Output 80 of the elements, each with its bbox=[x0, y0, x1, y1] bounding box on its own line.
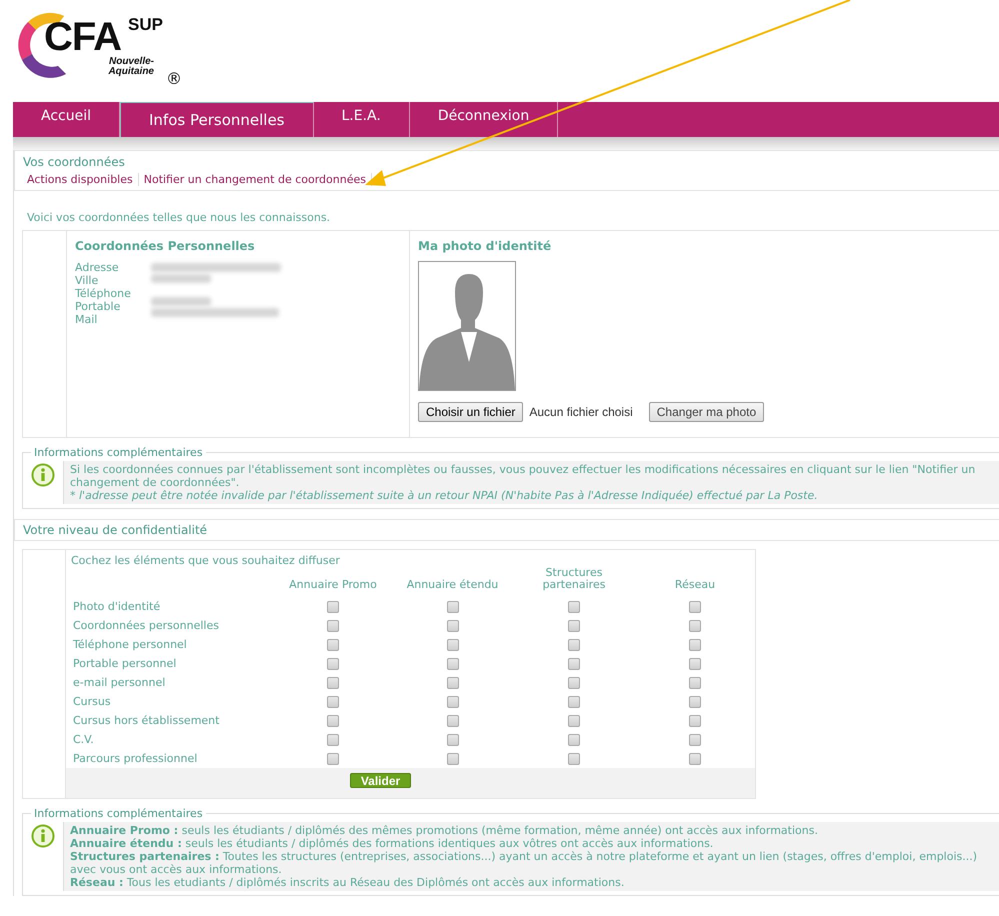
row-label: Cursus hors établissement bbox=[72, 713, 220, 729]
checkbox[interactable] bbox=[568, 714, 580, 726]
checkbox[interactable] bbox=[446, 752, 458, 764]
checkbox[interactable] bbox=[327, 600, 339, 612]
row-label: Photo d'identité bbox=[72, 599, 162, 615]
info-icon bbox=[31, 463, 55, 487]
registered-mark: ® bbox=[166, 69, 182, 88]
logo-superscript: SUP bbox=[128, 15, 163, 35]
field-label: Mail bbox=[75, 313, 98, 326]
checkbox[interactable] bbox=[327, 714, 339, 726]
checkbox[interactable] bbox=[327, 620, 339, 632]
checkbox[interactable] bbox=[327, 676, 339, 688]
field-label: Téléphone bbox=[75, 287, 131, 300]
checkbox[interactable] bbox=[689, 658, 701, 670]
checkbox[interactable] bbox=[568, 696, 580, 708]
action-link[interactable]: Actions disponibles bbox=[23, 173, 139, 186]
column-header: Annuaire étendu bbox=[406, 579, 500, 593]
field-label: Adresse bbox=[75, 261, 119, 274]
choose-file-button[interactable]: Choisir un fichier bbox=[418, 402, 524, 422]
info-icon bbox=[31, 824, 55, 848]
change-photo-button[interactable]: Changer ma photo bbox=[648, 402, 764, 422]
row-label: e-mail personnel bbox=[72, 675, 166, 691]
checkbox[interactable] bbox=[568, 620, 580, 632]
row-label: Parcours professionnel bbox=[72, 751, 198, 767]
info-text: Annuaire Promo : seuls les étudiants / diplômés des mêmes promotions (même formation, même année) ont accès aux informations. bbox=[70, 824, 819, 837]
column-header: Réseau bbox=[674, 579, 716, 593]
instruction-text: Cochez les éléments que vous souhaitez diffuser bbox=[71, 554, 341, 567]
row-label: Coordonnées personnelles bbox=[72, 618, 220, 634]
column-title: Coordonnées Personnelles bbox=[75, 239, 256, 253]
checkbox[interactable] bbox=[568, 658, 580, 670]
row-label: Cursus bbox=[72, 694, 112, 710]
column-title: Ma photo d'identité bbox=[418, 239, 552, 253]
intro-text: Voici vos coordonnées telles que nous les connaissons. bbox=[26, 210, 332, 226]
column-header: Structures partenaires bbox=[542, 567, 606, 593]
field-label: Portable bbox=[75, 300, 120, 313]
column-header: Annuaire Promo bbox=[288, 579, 378, 593]
field-label: Ville bbox=[75, 274, 98, 287]
blurred-value bbox=[151, 297, 211, 306]
checkbox[interactable] bbox=[446, 696, 458, 708]
checkbox[interactable] bbox=[689, 676, 701, 688]
row-label: Téléphone personnel bbox=[72, 637, 188, 653]
info-text: * l'adresse peut être notée invalide par l'établissement suite à un retour NPAI (N'habite Pas à l'Adresse Indiquée) effectué par La Poste. bbox=[70, 489, 819, 502]
checkbox[interactable] bbox=[689, 714, 701, 726]
info-legend: Informations complémentaires bbox=[31, 807, 206, 820]
checkbox[interactable] bbox=[446, 620, 458, 632]
checkbox[interactable] bbox=[446, 638, 458, 650]
checkbox[interactable] bbox=[327, 734, 339, 746]
checkbox[interactable] bbox=[327, 696, 339, 708]
checkbox[interactable] bbox=[568, 600, 580, 612]
logo-region: Nouvelle-Aquitaine bbox=[107, 57, 154, 77]
checkbox[interactable] bbox=[689, 600, 701, 612]
checkbox[interactable] bbox=[689, 752, 701, 764]
checkbox[interactable] bbox=[446, 714, 458, 726]
checkbox[interactable] bbox=[568, 638, 580, 650]
checkbox[interactable] bbox=[446, 676, 458, 688]
info-text: Structures partenaires : Toutes les structures (entreprises, associations...) ayant un accès à notre plateforme et ayant un lien (stages, offres d'emploi, emplois...) avec vous ont accès aux informations. bbox=[70, 850, 978, 876]
logo-text: CFA bbox=[44, 17, 121, 57]
checkbox[interactable] bbox=[568, 752, 580, 764]
file-status: Aucun fichier choisi bbox=[529, 405, 633, 419]
info-legend: Informations complémentaires bbox=[31, 446, 206, 459]
row-label: Portable personnel bbox=[72, 656, 178, 672]
checkbox[interactable] bbox=[689, 734, 701, 746]
checkbox[interactable] bbox=[689, 696, 701, 708]
checkbox[interactable] bbox=[327, 752, 339, 764]
checkbox[interactable] bbox=[446, 734, 458, 746]
blurred-value bbox=[151, 274, 211, 283]
checkbox[interactable] bbox=[327, 658, 339, 670]
checkbox[interactable] bbox=[568, 734, 580, 746]
checkbox[interactable] bbox=[327, 638, 339, 650]
checkbox[interactable] bbox=[568, 676, 580, 688]
section-title: Vos coordonnées bbox=[23, 155, 126, 169]
checkbox[interactable] bbox=[446, 600, 458, 612]
checkbox[interactable] bbox=[446, 658, 458, 670]
info-text: Annuaire étendu : seuls les étudiants / diplômés des formations identiques aux vôtres ont accès aux informations. bbox=[70, 837, 714, 850]
info-text: Réseau : Tous les etudiants / diplômés inscrits au Réseau des Diplômés ont accès aux informations. bbox=[70, 876, 626, 889]
row-label: C.V. bbox=[72, 732, 95, 748]
info-text: Si les coordonnées connues par l'établissement sont incomplètes ou fausses, vous pouvez effectuer les modifications nécessaires en cliquant sur le lien "Notifier un changement de coordonnées". bbox=[70, 463, 976, 489]
section-title: Votre niveau de confidentialité bbox=[14, 519, 999, 541]
checkbox[interactable] bbox=[689, 638, 701, 650]
checkbox[interactable] bbox=[689, 620, 701, 632]
